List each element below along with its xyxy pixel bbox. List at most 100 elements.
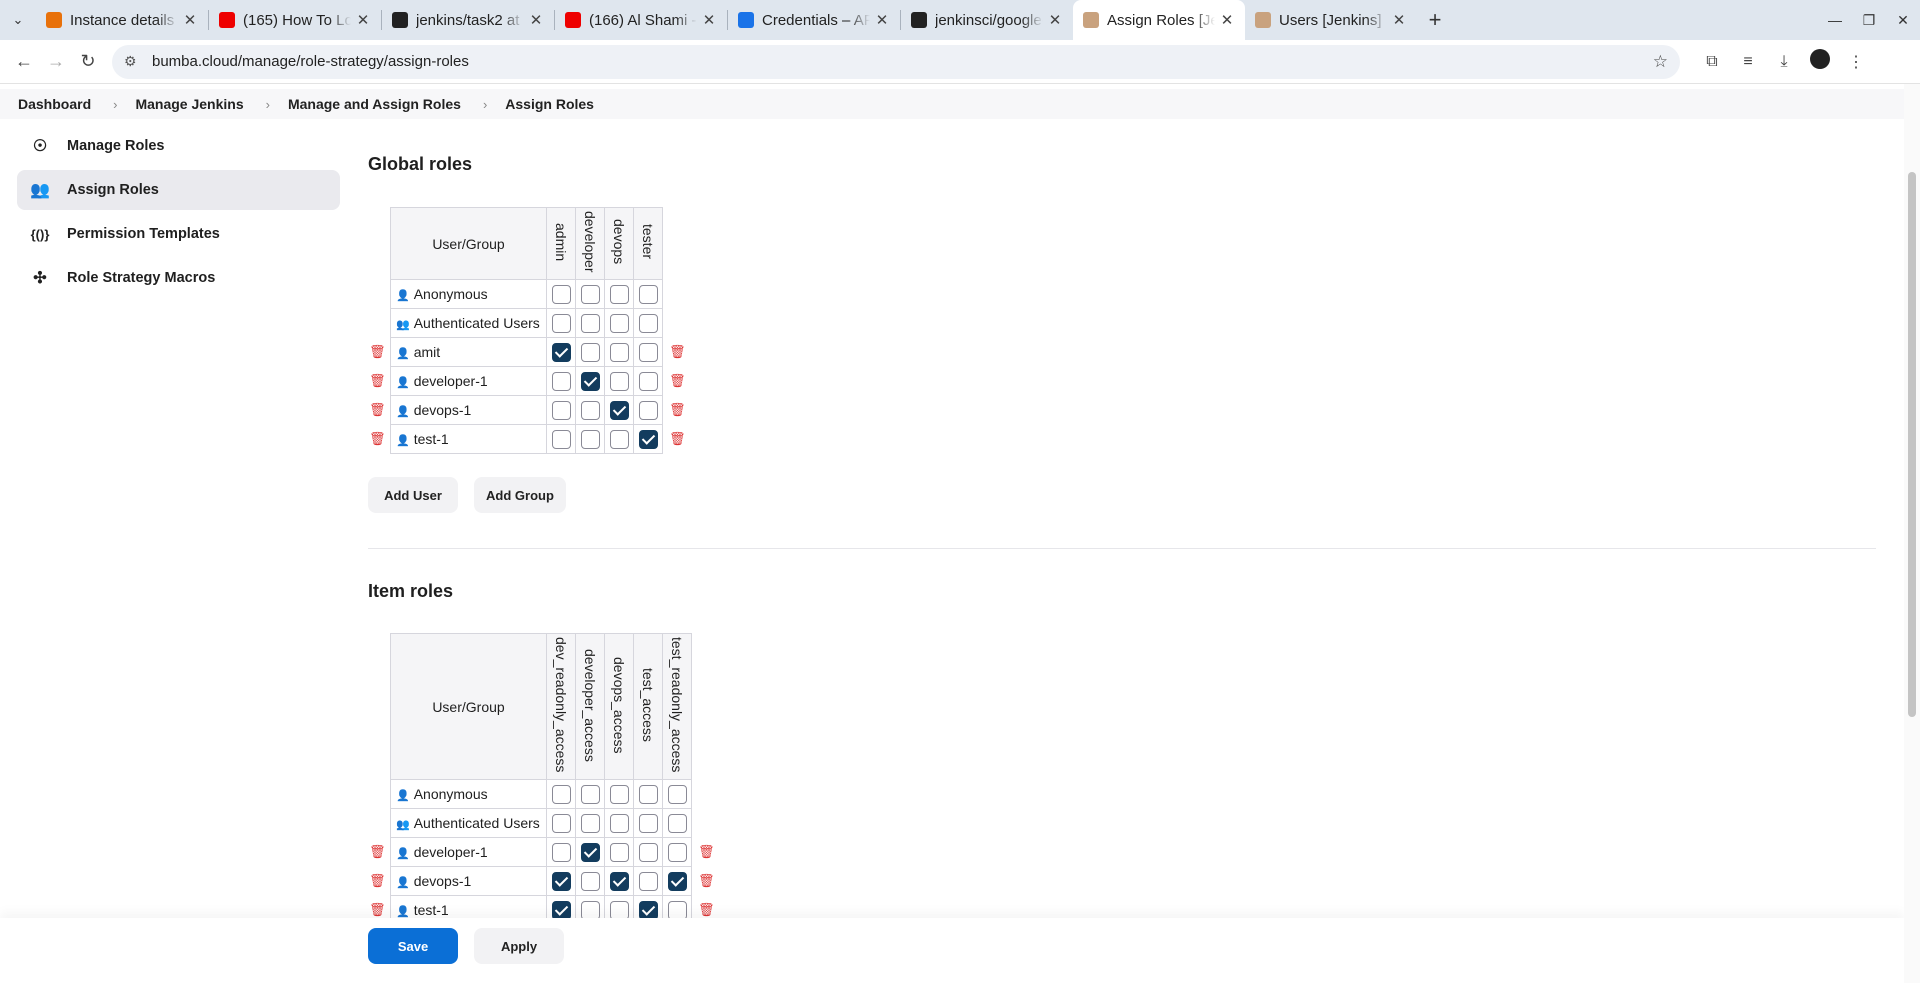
new-tab-button[interactable]: + — [1417, 7, 1453, 33]
delete-row-icon[interactable]: 🗑 — [369, 844, 386, 859]
role-checkbox[interactable] — [580, 400, 600, 420]
role-checkbox[interactable] — [609, 900, 629, 920]
role-checkbox[interactable] — [580, 900, 600, 920]
browser-tab[interactable]: (165) How To Login to✕ — [209, 0, 381, 40]
role-checkbox[interactable] — [551, 842, 571, 862]
tab-search-icon[interactable]: ⌄ — [0, 0, 36, 40]
close-tab-icon[interactable]: ✕ — [355, 11, 371, 29]
role-checkbox[interactable] — [638, 842, 658, 862]
breadcrumb-manage-and-assign-roles[interactable]: Manage and Assign Roles — [288, 96, 461, 112]
add-group-button[interactable]: Add Group — [474, 477, 566, 513]
role-checkbox[interactable] — [638, 784, 658, 804]
close-tab-icon[interactable]: ✕ — [874, 11, 890, 29]
role-checkbox[interactable] — [580, 813, 600, 833]
role-checkbox[interactable] — [551, 871, 571, 891]
forward-icon[interactable]: → — [40, 46, 72, 78]
download-icon[interactable]: ⤓ — [1766, 53, 1802, 71]
browser-tab[interactable]: Instance details | EC2✕ — [36, 0, 208, 40]
delete-row-icon[interactable]: 🗑 — [369, 431, 386, 446]
role-checkbox[interactable] — [580, 784, 600, 804]
role-checkbox[interactable] — [609, 284, 629, 304]
role-checkbox[interactable] — [667, 871, 687, 891]
role-checkbox[interactable] — [638, 400, 658, 420]
role-checkbox[interactable] — [638, 342, 658, 362]
role-checkbox[interactable] — [580, 342, 600, 362]
reload-icon[interactable]: ↻ — [72, 46, 104, 78]
role-checkbox[interactable] — [609, 429, 629, 449]
delete-row-icon[interactable]: 🗑 — [369, 373, 386, 388]
sidebar-item-manage-roles[interactable]: ☉ Manage Roles — [17, 126, 340, 166]
close-window-icon[interactable]: ✕ — [1886, 0, 1920, 40]
role-checkbox[interactable] — [551, 342, 571, 362]
apply-button[interactable]: Apply — [474, 928, 564, 964]
role-checkbox[interactable] — [667, 784, 687, 804]
scrollbar-thumb[interactable] — [1908, 172, 1916, 717]
role-checkbox[interactable] — [551, 900, 571, 920]
delete-row-icon[interactable]: 🗑 — [369, 873, 386, 888]
role-checkbox[interactable] — [667, 842, 687, 862]
browser-tab[interactable]: jenkins/task2 at master✕ — [382, 0, 554, 40]
role-checkbox[interactable] — [609, 371, 629, 391]
role-checkbox[interactable] — [609, 871, 629, 891]
browser-tab[interactable]: Users [Jenkins] ✕ — [1245, 0, 1417, 40]
browser-tab[interactable]: (166) Al Shami - Khod✕ — [555, 0, 727, 40]
delete-row-icon[interactable]: 🗑 — [369, 344, 386, 359]
browser-tab[interactable]: Assign Roles [Jenkins]✕ — [1073, 0, 1245, 40]
delete-row-icon[interactable]: 🗑 — [669, 344, 686, 359]
role-checkbox[interactable] — [609, 842, 629, 862]
role-checkbox[interactable] — [609, 784, 629, 804]
close-tab-icon[interactable]: ✕ — [701, 11, 717, 29]
page-scrollbar[interactable] — [1904, 84, 1920, 983]
delete-row-icon[interactable]: 🗑 — [669, 402, 686, 417]
bookmark-star-icon[interactable]: ☆ — [1653, 52, 1668, 72]
role-checkbox[interactable] — [551, 400, 571, 420]
maximize-icon[interactable]: ❐ — [1852, 0, 1886, 40]
role-checkbox[interactable] — [580, 429, 600, 449]
media-control-icon[interactable]: ≡ — [1730, 53, 1766, 71]
role-checkbox[interactable] — [667, 813, 687, 833]
extensions-icon[interactable]: ⧉ — [1694, 53, 1730, 71]
breadcrumb-manage-jenkins[interactable]: Manage Jenkins — [135, 96, 243, 112]
role-checkbox[interactable] — [638, 284, 658, 304]
role-checkbox[interactable] — [609, 400, 629, 420]
save-button[interactable]: Save — [368, 928, 458, 964]
close-tab-icon[interactable]: ✕ — [1391, 11, 1407, 29]
breadcrumb-assign-roles[interactable]: Assign Roles — [505, 96, 594, 112]
role-checkbox[interactable] — [580, 871, 600, 891]
role-checkbox[interactable] — [638, 371, 658, 391]
role-checkbox[interactable] — [580, 313, 600, 333]
role-checkbox[interactable] — [638, 313, 658, 333]
role-checkbox[interactable] — [638, 871, 658, 891]
role-checkbox[interactable] — [551, 429, 571, 449]
delete-row-icon[interactable]: 🗑 — [369, 402, 386, 417]
role-checkbox[interactable] — [609, 342, 629, 362]
role-checkbox[interactable] — [609, 813, 629, 833]
profile-avatar[interactable] — [1802, 49, 1838, 74]
delete-row-icon[interactable]: 🗑 — [669, 431, 686, 446]
close-tab-icon[interactable]: ✕ — [528, 11, 544, 29]
role-checkbox[interactable] — [667, 900, 687, 920]
close-tab-icon[interactable]: ✕ — [182, 11, 198, 29]
delete-row-icon[interactable]: 🗑 — [698, 873, 715, 888]
browser-tab[interactable]: jenkinsci/google-login✕ — [901, 0, 1073, 40]
role-checkbox[interactable] — [551, 813, 571, 833]
role-checkbox[interactable] — [551, 284, 571, 304]
role-checkbox[interactable] — [638, 429, 658, 449]
delete-row-icon[interactable]: 🗑 — [369, 902, 386, 917]
address-bar[interactable]: ⚙ bumba.cloud/manage/role-strategy/assig… — [112, 44, 1680, 79]
back-icon[interactable]: ← — [8, 46, 40, 78]
role-checkbox[interactable] — [580, 371, 600, 391]
sidebar-item-role-strategy-macros[interactable]: ✣ Role Strategy Macros — [17, 258, 340, 298]
role-checkbox[interactable] — [551, 313, 571, 333]
minimize-icon[interactable]: — — [1818, 0, 1852, 40]
browser-tab[interactable]: Credentials – APIs &✕ — [728, 0, 900, 40]
delete-row-icon[interactable]: 🗑 — [669, 373, 686, 388]
add-user-button[interactable]: Add User — [368, 477, 458, 513]
role-checkbox[interactable] — [551, 371, 571, 391]
url-text[interactable]: bumba.cloud/manage/role-strategy/assign-… — [152, 53, 1653, 70]
role-checkbox[interactable] — [551, 784, 571, 804]
close-tab-icon[interactable]: ✕ — [1219, 11, 1235, 29]
role-checkbox[interactable] — [638, 813, 658, 833]
sidebar-item-assign-roles[interactable]: 👥 Assign Roles — [17, 170, 340, 210]
delete-row-icon[interactable]: 🗑 — [698, 902, 715, 917]
